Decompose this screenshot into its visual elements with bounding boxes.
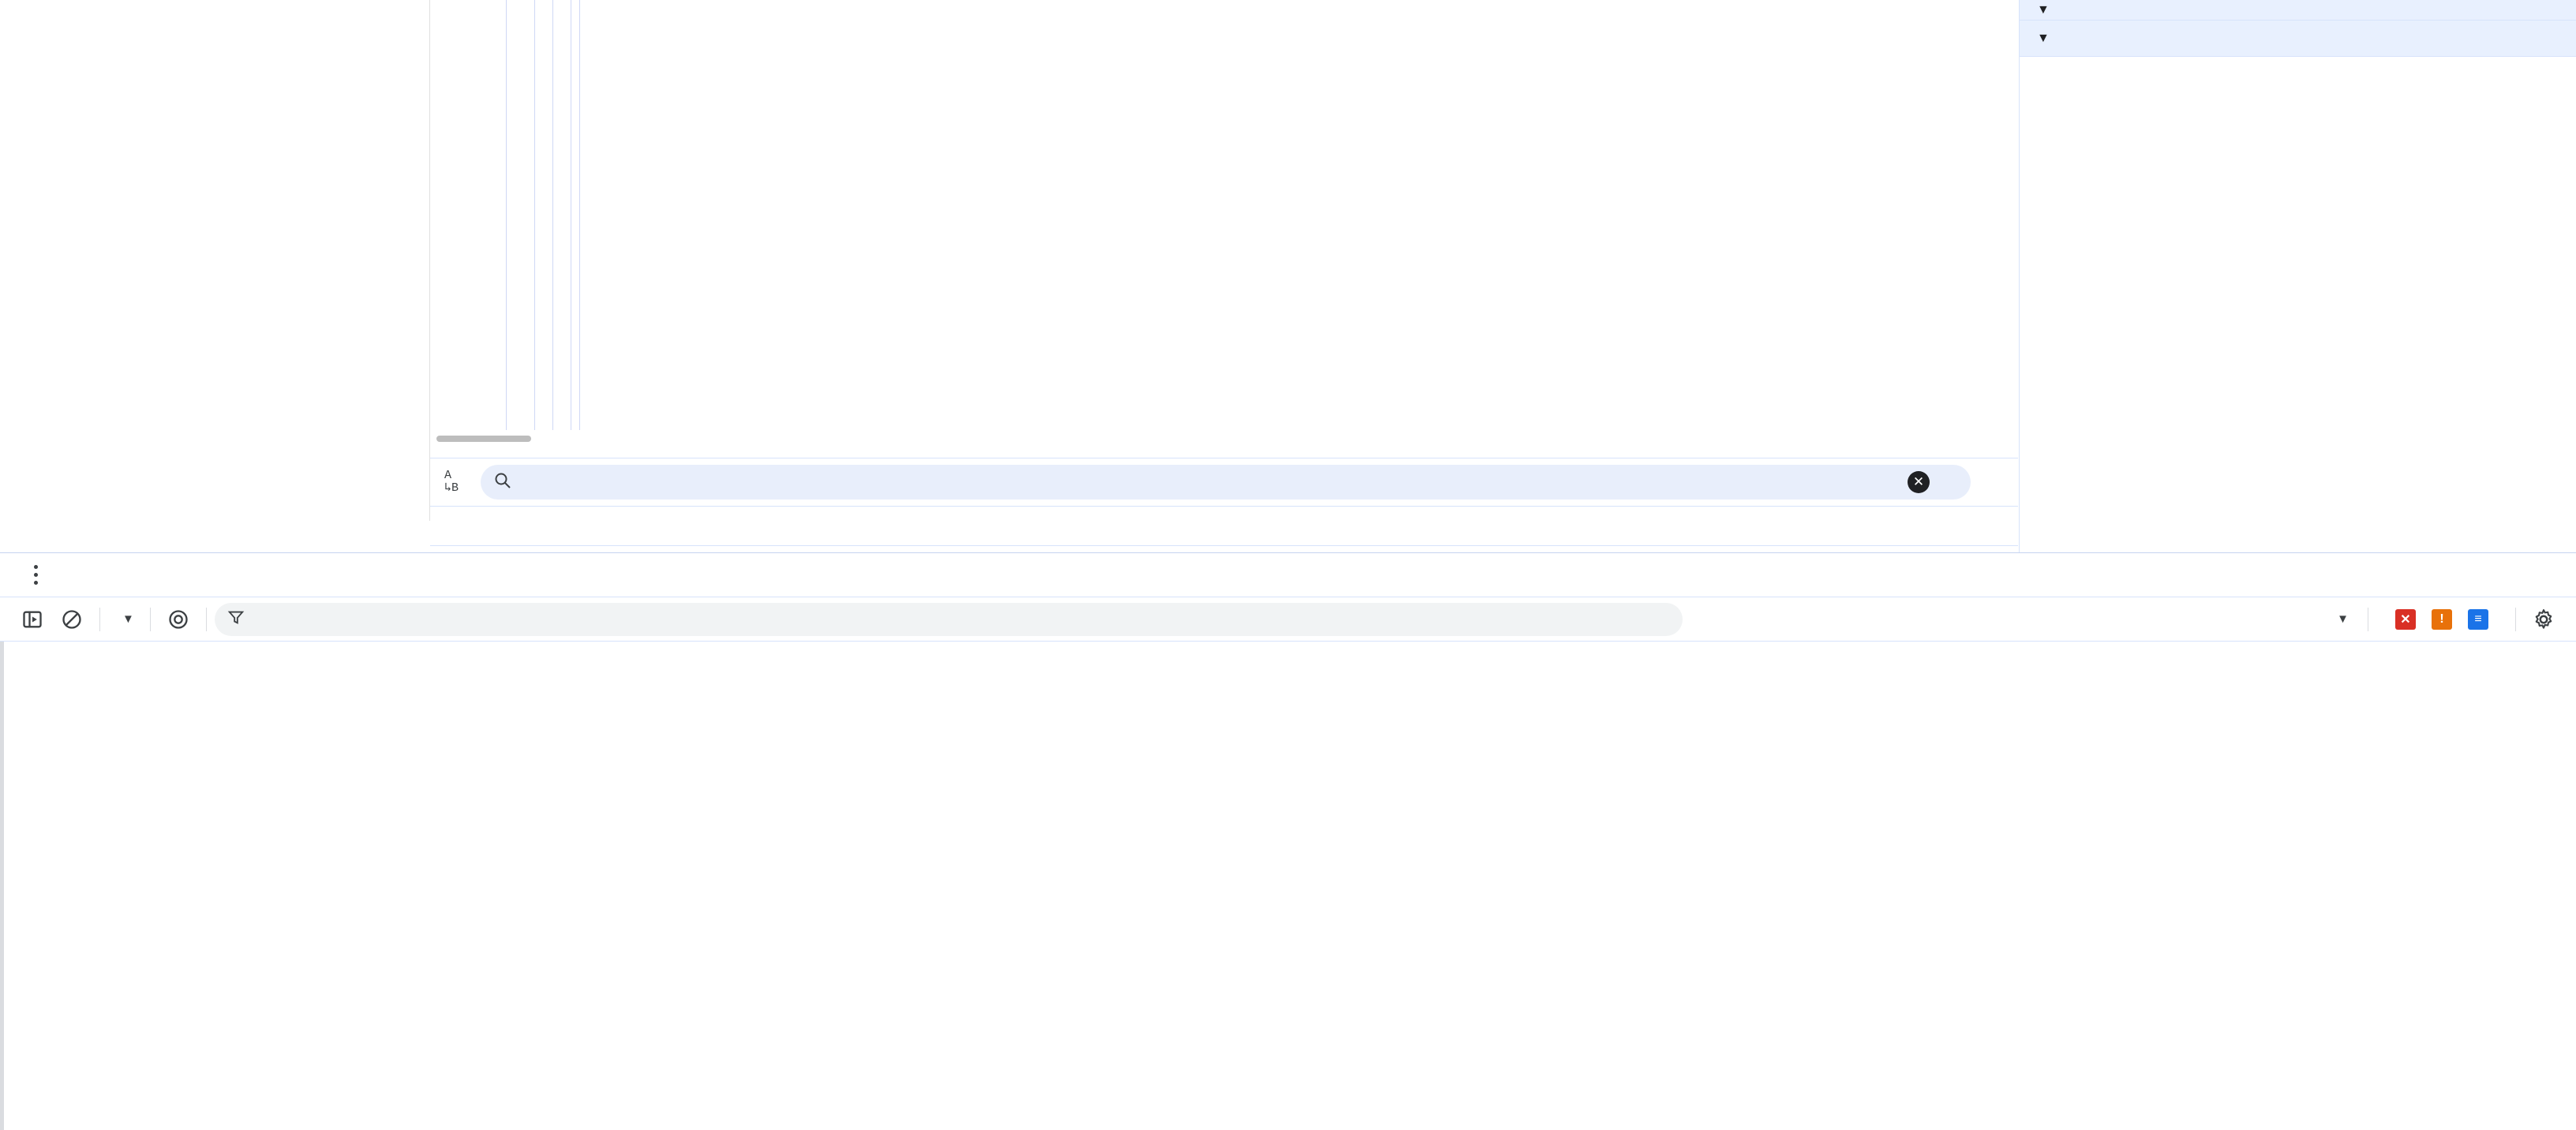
search-icon (493, 471, 512, 494)
console-toolbar-right: ▼ ✕ ! ≡ (2320, 600, 2563, 639)
clear-search-icon[interactable]: ✕ (1908, 471, 1930, 493)
issues-summary[interactable]: ✕ ! ≡ (2376, 608, 2507, 630)
error-icon: ✕ (2395, 608, 2416, 630)
execution-context-select[interactable]: ▼ (108, 612, 142, 626)
console-output[interactable] (0, 642, 2576, 1130)
find-controls: ✕ (1908, 471, 1958, 493)
warning-icon: ! (2432, 608, 2452, 630)
console-filter-input[interactable] (214, 602, 1683, 636)
search-input[interactable]: ✕ (481, 465, 1971, 500)
console-drawer: ▼ ▼ ✕ ! ≡ (0, 552, 2576, 1130)
info-icon: ≡ (2468, 608, 2488, 630)
scope-section-header[interactable]: ▼ (2020, 0, 2576, 21)
chevron-down-icon: ▼ (2337, 612, 2349, 626)
filter-icon (227, 608, 245, 630)
more-options-icon[interactable] (17, 552, 54, 597)
console-left-rail (0, 642, 4, 1130)
callstack-section-header[interactable]: ▼ (2020, 21, 2576, 57)
editor-status-bar (430, 507, 2018, 546)
file-navigator[interactable] (0, 0, 430, 521)
source-editor[interactable] (430, 0, 2018, 430)
editor-gutter[interactable] (430, 0, 580, 430)
settings-icon[interactable] (2524, 600, 2563, 639)
log-level-select[interactable]: ▼ (2320, 612, 2360, 626)
chevron-down-icon: ▼ (122, 612, 134, 626)
console-toolbar[interactable]: ▼ ▼ ✕ ! ≡ (0, 597, 2576, 642)
find-ab-icon: A ↳B (444, 469, 459, 495)
scrollbar-thumb[interactable] (436, 436, 531, 442)
editor-horizontal-scrollbar[interactable] (430, 433, 2018, 444)
debugger-sidebar[interactable]: ▼ ▼ (2019, 0, 2576, 552)
drawer-tabbar[interactable] (0, 553, 2576, 597)
sources-panel: A ↳B ✕ ▼ ▼ (0, 0, 2576, 552)
live-expression-icon[interactable] (159, 600, 198, 639)
clear-console-icon[interactable] (52, 600, 92, 639)
chevron-down-icon: ▼ (2037, 2, 2050, 17)
chevron-down-icon: ▼ (2037, 31, 2050, 45)
find-bar[interactable]: A ↳B ✕ (430, 458, 2018, 507)
show-console-sidebar-icon[interactable] (13, 600, 52, 639)
code-content[interactable] (581, 0, 2018, 430)
